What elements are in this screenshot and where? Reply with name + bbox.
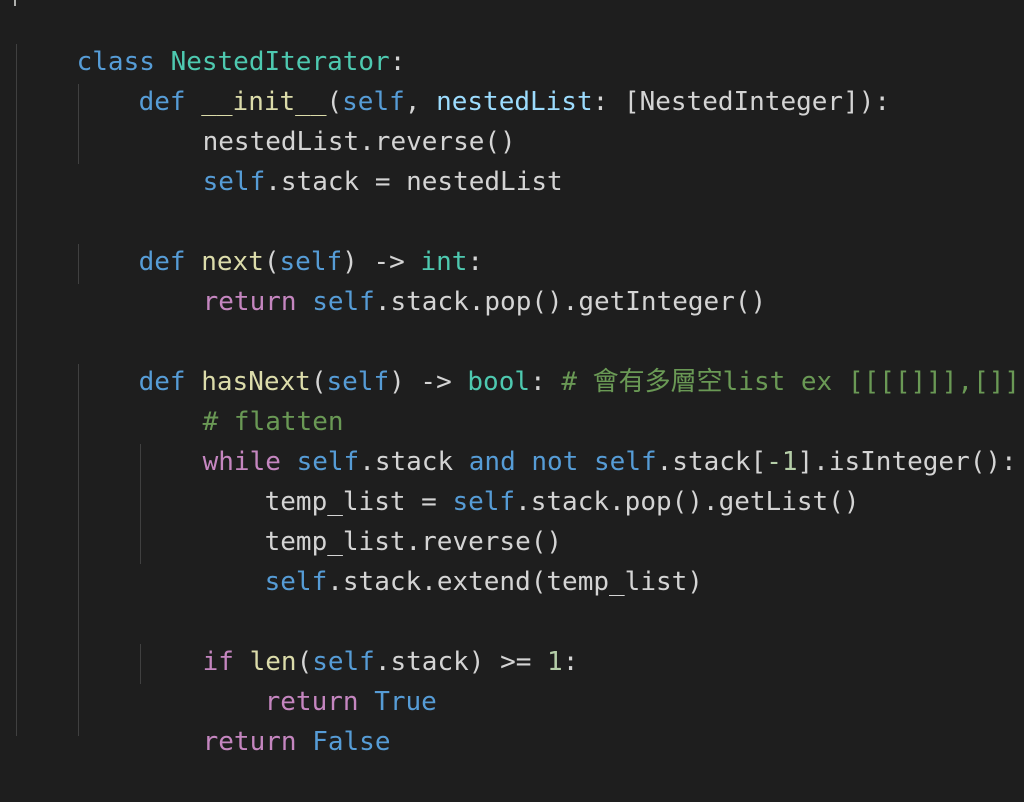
constant-token: False <box>312 727 391 757</box>
code-line[interactable]: if len(self.stack) >= 1: <box>140 602 579 677</box>
control-keyword-token: return <box>202 727 297 757</box>
code-line[interactable]: return True <box>202 642 437 717</box>
self-token: self <box>264 567 328 597</box>
code-line[interactable]: self.stack = nestedList <box>140 122 563 197</box>
self-token: self <box>202 167 266 197</box>
code-line[interactable]: temp_list = self.stack.pop().getList() <box>202 442 860 517</box>
code-line-next-def[interactable]: def next(self) -> int: <box>76 202 483 277</box>
type-token: bool <box>467 367 531 397</box>
comment-token: # 會有多層空list ex [[[[]]],[]] <box>561 367 1021 397</box>
number-token: 1 <box>547 647 563 677</box>
control-keyword-token: return <box>202 287 297 317</box>
code-line[interactable]: self.stack.extend(temp_list) <box>202 522 703 597</box>
code-line-hasnext-def[interactable]: def hasNext(self) -> bool: # 會有多層空list e… <box>76 322 1020 397</box>
code-editor[interactable]: class NestedIterator: def __init__(self,… <box>0 0 1024 757</box>
indent-guide <box>16 44 17 736</box>
code-line-class-def[interactable]: class NestedIterator: <box>14 2 406 77</box>
self-token: self <box>312 287 375 317</box>
code-line[interactable]: nestedList.reverse() <box>140 82 516 157</box>
code-line[interactable]: while self.stack and not self.stack[-1].… <box>140 402 1017 477</box>
code-line-init-def[interactable]: def __init__(self, nestedList: [NestedIn… <box>76 42 890 117</box>
code-line[interactable]: # flatten <box>140 362 344 437</box>
code-line[interactable]: temp_list.reverse() <box>202 482 562 557</box>
code-line[interactable]: return False <box>140 682 391 757</box>
code-line[interactable]: return self.stack.pop().getInteger() <box>140 242 767 317</box>
